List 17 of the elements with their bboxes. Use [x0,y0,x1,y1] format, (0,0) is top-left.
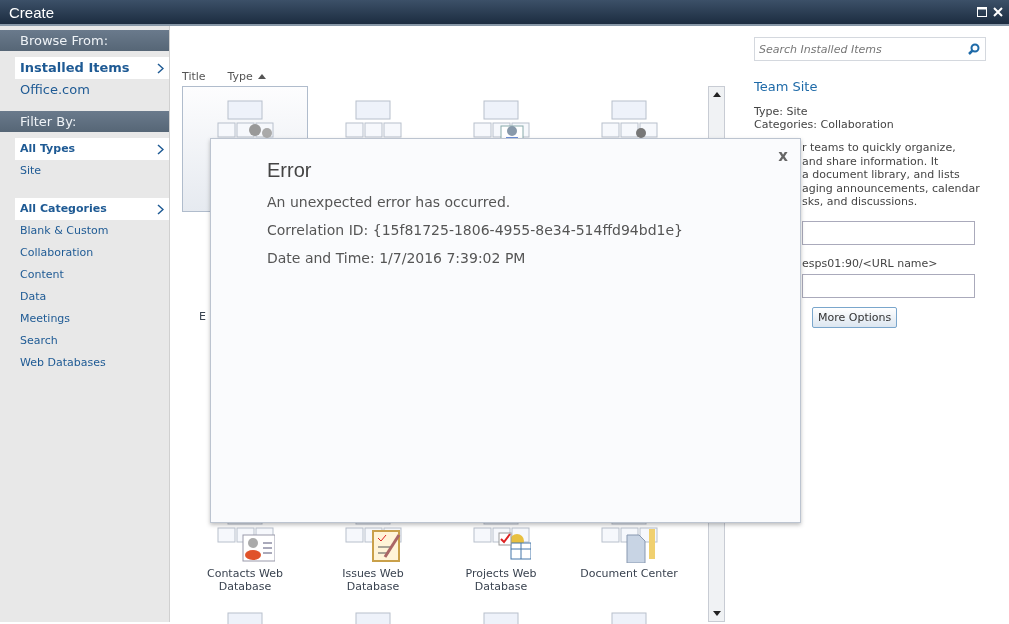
template-type: Type: Site [754,105,809,118]
error-message: Correlation ID: {15f81725-1806-4955-8e34-514ffd94bd1e} [267,222,684,238]
error-message: An unexpected error has occurred. [267,194,512,210]
template-title: Team Site [754,79,819,94]
window-title: Create [9,3,55,21]
url-hint: esps01:90/<URL name> [802,256,939,270]
dialog-title: Error [267,159,313,182]
description-text: r teams to quickly organize, [802,141,957,155]
description-text: aging announcements, calendar [802,181,981,195]
template-categories: Categories: Collaboration [754,118,895,131]
section-header: Browse From: [0,30,169,51]
description-text: a document library, and lists [802,168,961,182]
tile-label: E [199,310,206,323]
error-message: Date and Time: 1/7/2016 7:39:02 PM [267,250,527,266]
section-header: Filter By: [0,111,169,132]
description-text: and share information. It [802,154,940,168]
description-text: sks, and discussions. [802,195,919,209]
